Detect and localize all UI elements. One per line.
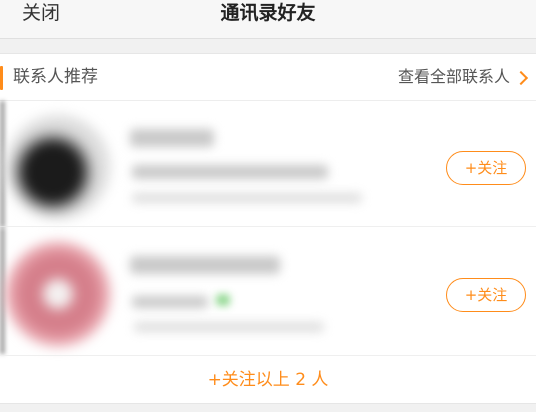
contact-row: +关注	[0, 101, 536, 227]
blurred-contact-subdetail	[132, 193, 362, 203]
page-title: 通讯录好友	[220, 2, 316, 24]
contact-row: +关注	[0, 228, 536, 354]
view-all-label: 查看全部联系人	[397, 67, 510, 86]
top-bar: 关闭 通讯录好友	[0, 0, 536, 39]
view-all-contacts-link[interactable]: 查看全部联系人	[397, 54, 529, 100]
contact-recommendation-card: 联系人推荐 查看全部联系人 +关注 +关注 +关注以上 2 人	[0, 53, 536, 404]
blurred-edge	[0, 228, 5, 354]
blurred-contact-name	[130, 129, 214, 147]
blurred-contact-name	[130, 256, 280, 274]
section-accent-bar	[0, 66, 3, 90]
blurred-contact-detail	[132, 165, 328, 179]
avatar	[6, 115, 110, 219]
avatar	[6, 242, 110, 346]
section-title: 联系人推荐	[13, 67, 98, 87]
blurred-badge	[216, 294, 230, 306]
row-divider	[0, 226, 536, 227]
follow-all-button[interactable]: +关注以上 2 人	[0, 355, 536, 404]
chevron-right-icon	[513, 70, 529, 85]
blurred-edge	[0, 101, 5, 227]
follow-button[interactable]: +关注	[446, 278, 526, 312]
blurred-contact-subdetail	[134, 322, 324, 332]
follow-button[interactable]: +关注	[446, 151, 526, 185]
blurred-contact-detail	[132, 296, 208, 308]
section-header: 联系人推荐 查看全部联系人	[0, 54, 536, 101]
